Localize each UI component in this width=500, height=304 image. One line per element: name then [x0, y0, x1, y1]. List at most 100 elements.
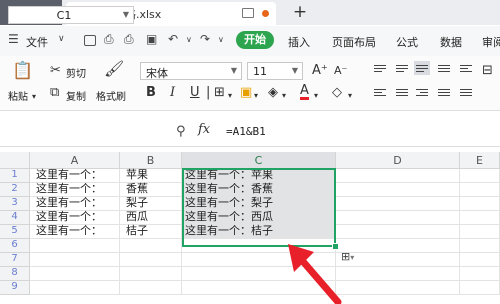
row-header-2[interactable]: 2	[0, 183, 30, 197]
cell-a5[interactable]: 这里有一个：	[30, 225, 120, 239]
font-size-select[interactable]: 11 ▼	[247, 62, 303, 80]
border-icon[interactable]: ⊞	[214, 86, 225, 100]
font-family-select[interactable]: 宋体 ▼	[140, 62, 242, 80]
tab-review[interactable]: 审阅	[482, 34, 500, 50]
cell-b9[interactable]	[120, 281, 182, 295]
underline-button[interactable]: U	[190, 86, 200, 100]
row-header-8[interactable]: 8	[0, 267, 30, 281]
cell-b2[interactable]: 香蕉	[120, 183, 182, 197]
font-color-dropdown-icon[interactable]: ▾	[314, 89, 318, 103]
column-header-d[interactable]: D	[336, 152, 460, 169]
cell-b1[interactable]: 苹果	[120, 169, 182, 183]
cell-e4[interactable]	[460, 211, 500, 225]
border-dropdown-icon[interactable]: ▾	[228, 89, 232, 103]
row-header-1[interactable]: 1	[0, 169, 30, 183]
cell-a9[interactable]	[30, 281, 120, 295]
increase-font-icon[interactable]: A⁺	[312, 64, 328, 78]
align-middle-icon[interactable]	[394, 62, 410, 76]
justify-icon[interactable]	[436, 86, 452, 100]
row-header-4[interactable]: 4	[0, 211, 30, 225]
clear-format-dropdown-icon[interactable]: ▾	[348, 89, 352, 103]
fill-color-icon[interactable]: ▣	[240, 86, 252, 100]
cell-b5[interactable]: 桔子	[120, 225, 182, 239]
text-effects-dropdown-icon[interactable]: ▾	[282, 89, 286, 103]
cell-b3[interactable]: 梨子	[120, 197, 182, 211]
name-box[interactable]: C1 ▼	[8, 6, 134, 24]
paste-button[interactable]: 粘贴	[8, 88, 28, 103]
align-top-icon[interactable]	[372, 62, 388, 76]
cell-d3[interactable]	[336, 197, 460, 211]
wrap-text-icon[interactable]	[436, 62, 452, 76]
cell-b8[interactable]	[120, 267, 182, 281]
cell-e2[interactable]	[460, 183, 500, 197]
format-painter-icon[interactable]: 🖌	[104, 61, 124, 77]
print-preview-icon[interactable]: ▣	[146, 32, 157, 46]
row-header-5[interactable]: 5	[0, 225, 30, 239]
italic-button[interactable]: I	[170, 86, 175, 100]
tab-insert[interactable]: 插入	[288, 34, 310, 50]
chevron-down-icon[interactable]: ∨	[58, 34, 65, 44]
copy-button[interactable]: 复制	[66, 88, 86, 103]
clear-format-icon[interactable]: ◇	[332, 86, 342, 100]
decrease-font-icon[interactable]: A⁻	[334, 64, 347, 78]
cell-a3[interactable]: 这里有一个：	[30, 197, 120, 211]
tab-data[interactable]: 数据	[440, 34, 462, 50]
row-header-6[interactable]: 6	[0, 239, 30, 253]
select-all-corner[interactable]	[0, 152, 30, 169]
cell-d1[interactable]	[336, 169, 460, 183]
new-tab-button[interactable]: +	[290, 2, 310, 22]
scissors-icon[interactable]: ✂	[50, 64, 61, 78]
cell-e5[interactable]	[460, 225, 500, 239]
menu-file[interactable]: 文件	[26, 34, 48, 50]
tab-page-layout[interactable]: 页面布局	[332, 34, 376, 50]
bold-button[interactable]: B	[146, 86, 156, 100]
tab-formulas[interactable]: 公式	[396, 34, 418, 50]
cell-b7[interactable]	[120, 253, 182, 267]
function-icon[interactable]: fx	[198, 122, 210, 137]
distributed-icon[interactable]	[458, 86, 474, 100]
format-painter-button[interactable]: 格式刷	[96, 88, 126, 103]
cell-a6[interactable]	[30, 239, 120, 253]
print-icon[interactable]: ⎙	[124, 32, 134, 47]
cell-a8[interactable]	[30, 267, 120, 281]
column-header-b[interactable]: B	[120, 152, 182, 169]
align-bottom-icon[interactable]	[414, 61, 430, 75]
cell-b6[interactable]	[120, 239, 182, 253]
cell-e6[interactable]	[460, 239, 500, 253]
undo-dropdown-icon[interactable]: ∨	[186, 35, 192, 44]
column-header-e[interactable]: E	[460, 152, 500, 169]
paste-icon[interactable]: 📋	[12, 63, 33, 80]
merge-cells-icon[interactable]: ⊟	[482, 64, 493, 78]
cut-button[interactable]: 剪切	[66, 65, 86, 80]
save-icon[interactable]	[84, 35, 96, 46]
copy-icon[interactable]: ⧉	[50, 86, 59, 100]
monitor-icon[interactable]	[242, 8, 254, 18]
cell-d4[interactable]	[336, 211, 460, 225]
align-right-icon[interactable]	[414, 86, 430, 100]
cell-a4[interactable]: 这里有一个：	[30, 211, 120, 225]
formula-input[interactable]: =A1&B1	[226, 125, 266, 138]
cell-e7[interactable]	[460, 253, 500, 267]
cell-e3[interactable]	[460, 197, 500, 211]
cell-d2[interactable]	[336, 183, 460, 197]
paste-dropdown-icon[interactable]: ▾	[32, 90, 36, 104]
tab-start[interactable]: 开始	[236, 31, 274, 49]
column-header-c[interactable]: C	[182, 152, 336, 169]
cell-a1[interactable]: 这里有一个：	[30, 169, 120, 183]
indent-icon[interactable]	[458, 62, 474, 76]
redo-dropdown-icon[interactable]: ∨	[218, 35, 224, 44]
cell-e9[interactable]	[460, 281, 500, 295]
align-center-icon[interactable]	[394, 86, 410, 100]
cell-d5[interactable]	[336, 225, 460, 239]
cell-a7[interactable]	[30, 253, 120, 267]
row-header-9[interactable]: 9	[0, 281, 30, 295]
hamburger-menu-icon[interactable]: ☰	[8, 32, 19, 46]
redo-icon[interactable]: ↷	[200, 32, 210, 46]
cell-b4[interactable]: 西瓜	[120, 211, 182, 225]
undo-icon[interactable]: ↶	[168, 32, 178, 46]
fill-color-dropdown-icon[interactable]: ▾	[254, 89, 258, 103]
cell-a2[interactable]: 这里有一个：	[30, 183, 120, 197]
row-header-7[interactable]: 7	[0, 253, 30, 267]
cell-e1[interactable]	[460, 169, 500, 183]
align-left-icon[interactable]	[372, 86, 388, 100]
